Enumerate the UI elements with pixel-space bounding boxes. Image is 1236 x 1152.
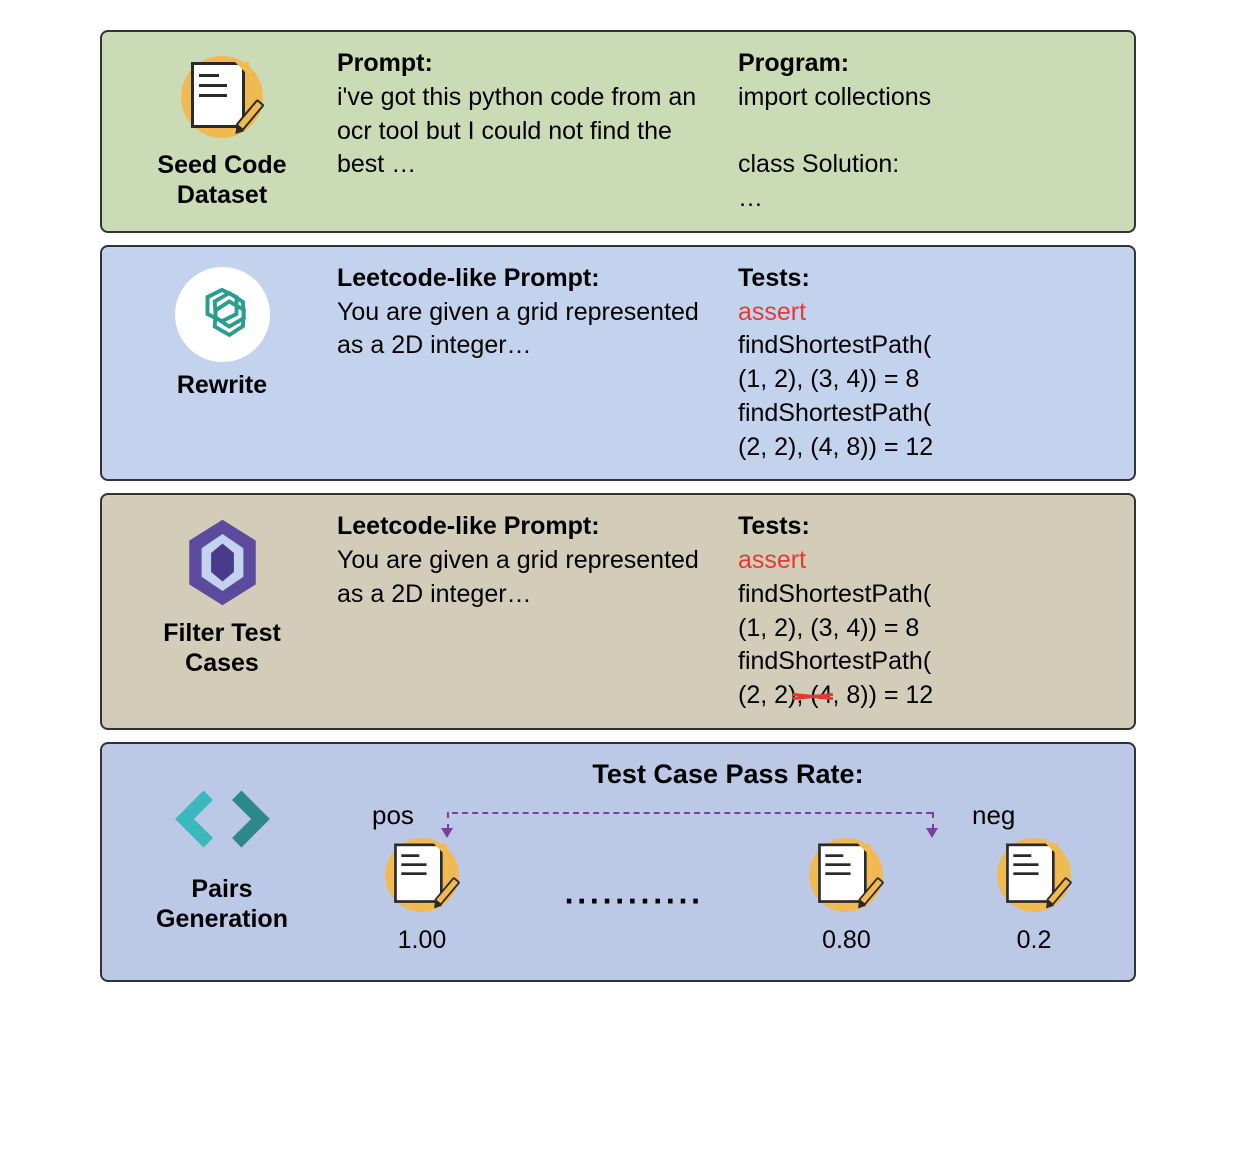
test-line: (1, 2), (3, 4)) = 8 (738, 365, 919, 393)
crossed-test-line: (2, 2), (4, 8)) = 12 (738, 681, 933, 709)
test-line: findShortestPath( (738, 331, 931, 359)
score: 1.00 (398, 926, 447, 955)
document-pencil-icon (994, 834, 1075, 915)
seed-panel: Seed Code Dataset Prompt: i've got this … (100, 30, 1136, 233)
seed-content: Prompt: i've got this python code from a… (317, 47, 1109, 216)
prompt-label: Leetcode-like Prompt: (337, 512, 600, 540)
score: 0.80 (822, 926, 871, 955)
arrow-row: pos neg (347, 800, 1109, 830)
program-line: class Solution: (738, 150, 899, 178)
pairs-panel: Pairs Generation Test Case Pass Rate: po… (100, 742, 1136, 982)
ellipsis-dots: ··········· (565, 883, 704, 920)
assert-keyword: assert (738, 546, 806, 574)
seed-icon-col: Seed Code Dataset (127, 47, 317, 210)
dashed-arrow-line (452, 812, 932, 814)
seed-program-col: Program: import collections class Soluti… (738, 47, 1109, 216)
star-hexagon-icon (175, 515, 270, 610)
pairs-item-neg: 0.2 (989, 830, 1079, 955)
prompt-text: You are given a grid represented as a 2D… (337, 298, 699, 360)
rewrite-prompt-col: Leetcode-like Prompt: You are given a gr… (337, 262, 708, 465)
test-line: (1, 2), (3, 4)) = 8 (738, 614, 919, 642)
document-pencil-icon (806, 834, 887, 915)
pairs-item-mid: 0.80 (801, 830, 891, 955)
prompt-text: You are given a grid represented as a 2D… (337, 546, 699, 608)
rewrite-icon-col: Rewrite (127, 262, 317, 400)
test-line: findShortestPath( (738, 399, 931, 427)
pass-rate-title: Test Case Pass Rate: (347, 759, 1109, 790)
neg-label: neg (972, 800, 1015, 831)
rewrite-label: Rewrite (177, 370, 267, 400)
openai-icon (175, 267, 270, 362)
pairs-row: 1.00 ··········· 0.80 0.2 (347, 830, 1109, 955)
prompt-label: Prompt: (337, 49, 433, 77)
document-pencil-icon (382, 834, 463, 915)
filter-tests-col: Tests: assert findShortestPath( (1, 2), … (738, 510, 1109, 713)
pos-label: pos (372, 800, 414, 831)
prompt-text: i've got this python code from an ocr to… (337, 83, 696, 179)
score: 0.2 (1017, 926, 1052, 955)
prompt-label: Leetcode-like Prompt: (337, 264, 600, 292)
test-line: findShortestPath( (738, 580, 931, 608)
test-line: findShortestPath( (738, 647, 931, 675)
document-pencil-icon (177, 52, 267, 142)
seed-prompt-col: Prompt: i've got this python code from a… (337, 47, 708, 216)
assert-keyword: assert (738, 298, 806, 326)
seed-label: Seed Code Dataset (157, 150, 286, 210)
pairs-item-pos: 1.00 (377, 830, 467, 955)
pairs-icon-col: Pairs Generation (127, 759, 317, 934)
filter-content: Leetcode-like Prompt: You are given a gr… (317, 510, 1109, 713)
filter-label: Filter Test Cases (163, 618, 281, 678)
program-line: … (738, 184, 763, 212)
rewrite-panel: Rewrite Leetcode-like Prompt: You are gi… (100, 245, 1136, 482)
filter-panel: Filter Test Cases Leetcode-like Prompt: … (100, 493, 1136, 730)
test-line: (2, 2), (4, 8)) = 12 (738, 433, 933, 461)
rewrite-tests-col: Tests: assert findShortestPath( (1, 2), … (738, 262, 1109, 465)
program-line: import collections (738, 83, 931, 111)
filter-icon-col: Filter Test Cases (127, 510, 317, 678)
pairs-content: Test Case Pass Rate: pos neg 1.00 ······… (317, 759, 1109, 955)
rewrite-content: Leetcode-like Prompt: You are given a gr… (317, 262, 1109, 465)
tests-label: Tests: (738, 512, 810, 540)
filter-prompt-col: Leetcode-like Prompt: You are given a gr… (337, 510, 708, 713)
program-label: Program: (738, 49, 849, 77)
tests-label: Tests: (738, 264, 810, 292)
code-brackets-icon (175, 779, 270, 859)
pairs-label: Pairs Generation (156, 874, 288, 934)
